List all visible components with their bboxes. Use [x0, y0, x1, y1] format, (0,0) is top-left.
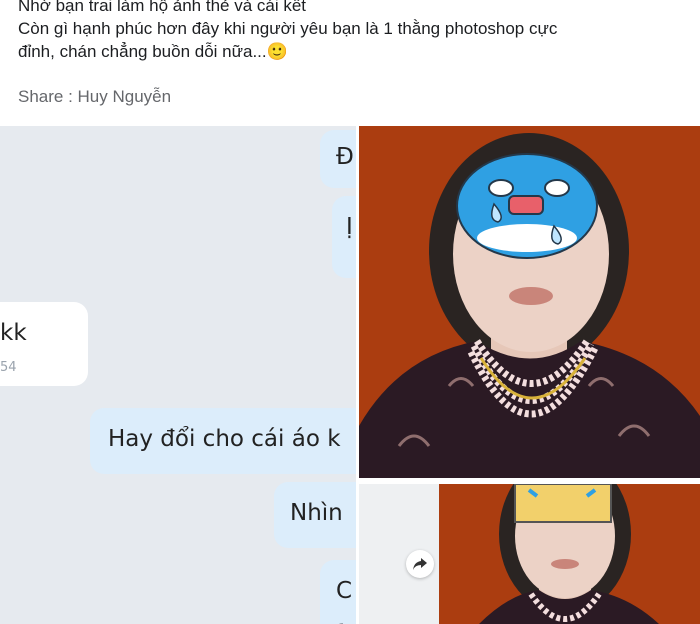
id-photo-top — [359, 126, 700, 478]
post-line-1: Nhờ bạn trai làm hộ ảnh thẻ và cái kết — [18, 0, 307, 15]
share-arrow-icon — [413, 558, 427, 570]
chat-bubble-text: Hay đổi cho cái áo k — [108, 426, 341, 452]
post-line-2: Còn gì hạnh phúc hơn đây khi người yêu b… — [18, 19, 558, 38]
chat-bubble: Nhìn — [274, 482, 356, 548]
portrait-illustration-small — [439, 484, 700, 624]
chat-bubble-text: Đ — [336, 144, 354, 170]
post-line-3: đỉnh, chán chẳng buồn dỗi nữa...🙂 — [18, 42, 288, 61]
share-button[interactable] — [406, 550, 434, 578]
chat-screenshot: Đ Ị kk 54 Hay đổi cho cái áo k Nhìn C 1 — [0, 126, 356, 624]
chat-bubble: Đ — [320, 130, 356, 188]
chat-bubble-text: C — [336, 578, 353, 604]
chat-bubble-text: Ị — [346, 214, 353, 240]
share-credit: Share : Huy Nguyễn — [18, 87, 172, 106]
chat-bubble: Ị — [332, 196, 356, 278]
chat-bubble-text: kk — [0, 320, 27, 346]
post-caption: Nhờ bạn trai làm hộ ảnh thẻ và cái kết C… — [18, 0, 688, 63]
chat-bubble: C 1 — [320, 560, 356, 624]
chat-bubble-text: Nhìn — [290, 500, 343, 526]
chat-time: 54 — [0, 360, 17, 375]
id-photo-bottom — [439, 484, 700, 624]
chat-bubble: kk 54 — [0, 302, 88, 386]
chat-bubble: Hay đổi cho cái áo k — [90, 408, 356, 474]
portrait-illustration — [359, 126, 700, 478]
